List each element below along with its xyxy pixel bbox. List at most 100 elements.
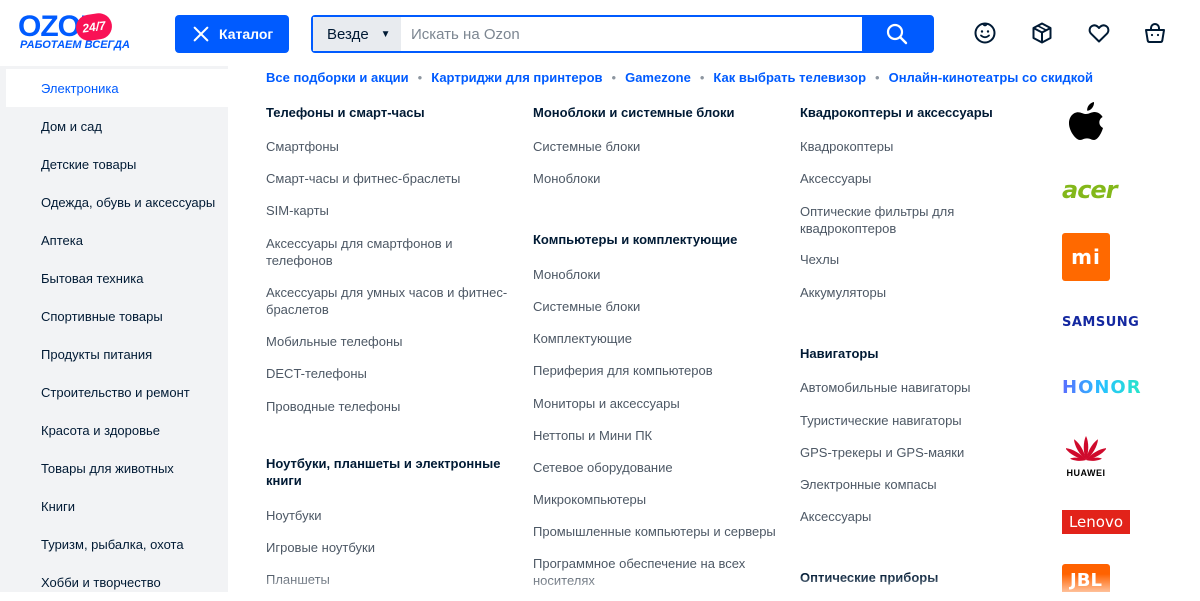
subcategory-link[interactable]: Мониторы и аксессуары [533,395,778,412]
honor-logo[interactable]: HONOR [1062,377,1142,398]
sidebar-item-label: Аптека [41,232,83,248]
separator-dot: • [611,69,617,85]
search-input[interactable] [401,17,862,51]
favorites-heart-icon[interactable] [1087,21,1111,45]
subcategory-link[interactable]: Моноблоки [533,266,778,283]
sidebar-item-appliances[interactable]: Бытовая техника [6,259,228,297]
subcategory-link[interactable]: DECT-телефоны [266,365,511,382]
subcategory-link[interactable]: Аксессуары для умных часов и фитнес-брас… [266,284,511,318]
orders-box-icon[interactable] [1030,21,1054,45]
sidebar-item-label: Хобби и творчество [41,574,161,590]
sidebar-item-label: Строительство и ремонт [41,384,190,400]
subcategory-link[interactable]: Системные блоки [533,298,778,315]
subcategory-link[interactable]: SIM-карты [266,202,511,219]
subcategory-link[interactable]: Аксессуары для смартфонов и телефонов [266,235,511,269]
separator-dot: • [417,69,423,85]
sidebar-item-label: Туризм, рыбалка, охота [41,536,184,552]
subcategory-link[interactable]: Квадрокоптеры [800,138,1045,155]
jbl-logo[interactable]: JBL [1062,564,1110,592]
separator-dot: • [875,69,880,85]
huawei-petals-icon [1065,436,1107,461]
xiaomi-logo-text: mi [1071,245,1101,269]
subcategory-link[interactable]: Ноутбуки [266,507,511,524]
subcategory-link[interactable]: Проводные телефоны [266,398,511,415]
quick-link[interactable]: Картриджи для принтеров [431,70,602,85]
subcategory-link[interactable]: Периферия для компьютеров [533,362,778,379]
subcategory-link[interactable]: Автомобильные навигаторы [800,379,1045,396]
sidebar-item-label: Красота и здоровье [41,422,161,438]
subcategory-link[interactable]: Смарт-часы и фитнес-браслеты [266,170,511,187]
acer-logo[interactable]: acer [1062,176,1118,204]
catalog-button[interactable]: Каталог [175,15,289,53]
sidebar-item-kids[interactable]: Детские товары [6,145,228,183]
subcategory-link[interactable]: Моноблоки [533,170,778,187]
close-icon [193,26,209,42]
subcategory-link[interactable]: Микрокомпьютеры [533,491,778,508]
sidebar-item-clothing[interactable]: Одежда, обувь и аксессуары [6,183,228,221]
lenovo-logo-text: Lenovo [1068,513,1124,531]
subcategory-link[interactable]: Промышленные компьютеры и серверы [533,523,778,540]
group-title[interactable]: Квадрокоптеры и аксессуары [800,104,1040,121]
quick-link[interactable]: Как выбрать телевизор [713,70,866,85]
subcategory-link[interactable]: Смартфоны [266,138,511,155]
separator-dot: • [699,69,705,85]
search-scope-select[interactable]: Везде ▼ [313,17,401,51]
sidebar-item-hobby[interactable]: Хобби и творчество [6,563,228,601]
sidebar-item-beauty[interactable]: Красота и здоровье [6,411,228,449]
quick-link[interactable]: Gamezone [625,70,691,85]
group-title[interactable]: Ноутбуки, планшеты и электронные книги [266,455,506,489]
subcategory-link[interactable]: Комплектующие [533,330,778,347]
lenovo-logo[interactable]: Lenovo [1062,510,1130,534]
subcategory-link[interactable]: Программное обеспечение на всех носителя… [533,555,758,589]
subcategory-link[interactable]: GPS-трекеры и GPS-маяки [800,444,1045,461]
xiaomi-logo[interactable]: mi [1062,233,1110,281]
huawei-logo-text: HUAWEI [1066,468,1106,478]
subcategory-link[interactable]: Туристические навигаторы [800,412,1045,429]
logo-tagline: РАБОТАЕМ ВСЕГДА [20,39,130,51]
group-title[interactable]: Навигаторы [800,345,1040,362]
subcategory-link[interactable]: Неттопы и Мини ПК [533,427,778,444]
sidebar-item-construction[interactable]: Строительство и ремонт [6,373,228,411]
catalog-button-label: Каталог [219,26,274,42]
subcategory-link[interactable]: Системные блоки [533,138,778,155]
header: OZON 24/7 РАБОТАЕМ ВСЕГДА Каталог Везде … [0,0,1200,66]
sidebar-item-home-garden[interactable]: Дом и сад [6,107,228,145]
apple-logo[interactable] [1066,100,1106,153]
sidebar-item-pets[interactable]: Товары для животных [6,449,228,487]
sidebar-item-tourism[interactable]: Туризм, рыбалка, охота [6,525,228,563]
quick-link[interactable]: Онлайн-кинотеатры со скидкой [889,70,1093,85]
samsung-logo[interactable]: SAMSUNG [1062,315,1139,330]
group-title[interactable]: Компьютеры и комплектующие [533,231,773,248]
sidebar-item-books[interactable]: Книги [6,487,228,525]
group-title[interactable]: Оптические приборы [800,569,1040,586]
subcategory-link[interactable]: Оптические фильтры для квадрокоптеров [800,203,985,237]
quick-link[interactable]: Все подборки и акции [266,70,409,85]
subcategory-link[interactable]: Аксессуары [800,170,1045,187]
subcategory-link[interactable]: Аккумуляторы [800,284,1045,301]
cart-icon[interactable] [1143,21,1167,45]
subcategory-link[interactable]: Мобильные телефоны [266,333,511,350]
sidebar-item-label: Книги [41,498,76,514]
sidebar-item-electronics[interactable]: Электроника [6,69,228,107]
profile-icon[interactable] [973,21,997,45]
sidebar-item-food[interactable]: Продукты питания [6,335,228,373]
huawei-logo[interactable]: HUAWEI [1064,434,1108,478]
subcategory-link[interactable]: Электронные компасы [800,476,1045,493]
sidebar-item-label: Детские товары [41,156,137,172]
search-icon [886,23,908,45]
group-title[interactable]: Телефоны и смарт-часы [266,104,506,121]
subcategory-link[interactable]: Аксессуары [800,508,1045,525]
sidebar-item-sports[interactable]: Спортивные товары [6,297,228,335]
subcategory-link[interactable]: Чехлы [800,251,1045,268]
subcategory-link[interactable]: Сетевое оборудование [533,459,778,476]
sidebar-item-label: Бытовая техника [41,270,144,286]
sidebar-item-label: Электроника [41,80,119,96]
sidebar-item-label: Одежда, обувь и аксессуары [41,194,216,210]
group-title[interactable]: Моноблоки и системные блоки [533,104,773,121]
sidebar-item-pharmacy[interactable]: Аптека [6,221,228,259]
logo-badge: 24/7 [74,11,114,43]
search-button[interactable] [862,17,932,51]
subcategory-link[interactable]: Планшеты [266,571,511,588]
subcategory-link[interactable]: Игровые ноутбуки [266,539,511,556]
ozon-logo[interactable]: OZON 24/7 РАБОТАЕМ ВСЕГДА [18,10,140,56]
